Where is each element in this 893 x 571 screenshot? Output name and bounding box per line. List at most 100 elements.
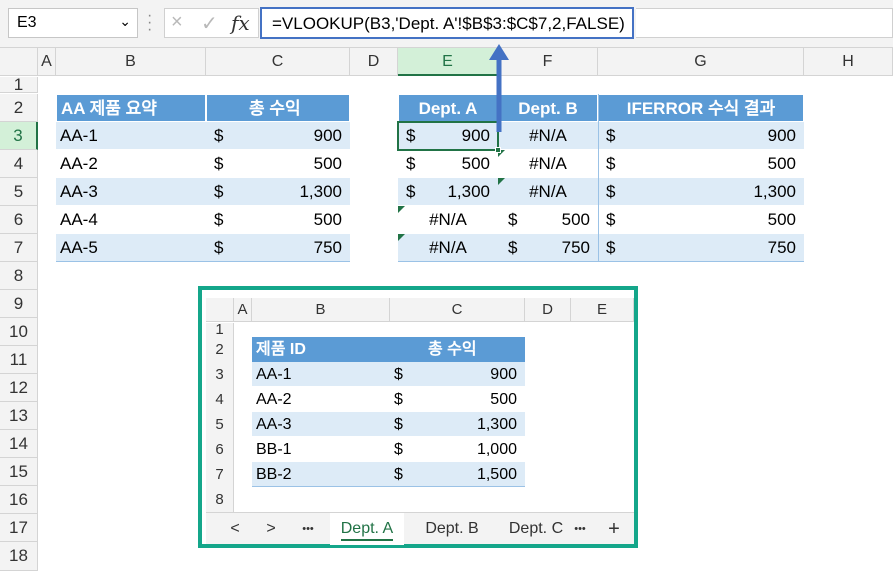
- chevron-down-icon[interactable]: ⌄: [119, 13, 131, 30]
- row-header-3[interactable]: 3: [0, 122, 38, 150]
- cancel-icon[interactable]: ×: [171, 11, 183, 34]
- result-value: 900: [767, 126, 796, 145]
- column-header-g[interactable]: G: [598, 48, 804, 76]
- result-value: 500: [767, 154, 796, 173]
- summary-cell-value: 750: [313, 238, 342, 257]
- row-header-4[interactable]: 4: [0, 150, 38, 178]
- embedded-cell-id: BB-2: [252, 462, 390, 487]
- tab-scroll-prev-icon[interactable]: <: [224, 513, 246, 545]
- row-header-12[interactable]: 12: [0, 374, 38, 402]
- embedded-column-header-b: B: [252, 298, 390, 322]
- column-header-b[interactable]: B: [56, 48, 206, 76]
- row-header-2[interactable]: 2: [0, 94, 38, 122]
- row-header-7[interactable]: 7: [0, 234, 38, 262]
- tab-more-icon[interactable]: •••: [296, 513, 320, 545]
- embedded-cell-value: 900: [490, 366, 517, 383]
- fx-icon[interactable]: fx: [231, 11, 250, 35]
- row-header-16[interactable]: 16: [0, 486, 38, 514]
- summary-cell-value: 900: [313, 126, 342, 145]
- column-header-d[interactable]: D: [350, 48, 398, 76]
- row-header-15[interactable]: 15: [0, 458, 38, 486]
- dept-b-value: 500: [561, 210, 590, 229]
- row-header-11[interactable]: 11: [0, 346, 38, 374]
- error-indicator-icon: [398, 234, 405, 241]
- summary-cell-id[interactable]: AA-1: [56, 122, 206, 150]
- row-header-17[interactable]: 17: [0, 514, 38, 542]
- row-header-18[interactable]: 18: [0, 542, 38, 571]
- embedded-table-bottom-border: [252, 486, 525, 487]
- enter-check-icon[interactable]: ✓: [201, 11, 218, 36]
- column-header-e[interactable]: E: [398, 48, 498, 76]
- select-all-corner[interactable]: [0, 48, 38, 76]
- embedded-row-header-7: 7: [206, 462, 234, 487]
- dept-b-value[interactable]: #N/A: [498, 150, 598, 178]
- embedded-cell-id: BB-1: [252, 437, 390, 462]
- embedded-row-header-1: 1: [206, 323, 234, 337]
- active-cell-selection[interactable]: [397, 121, 499, 151]
- embedded-header-id: 제품 ID: [252, 337, 390, 362]
- tab-scroll-next-icon[interactable]: >: [260, 513, 282, 545]
- embedded-header-revenue: 총 수익: [390, 337, 525, 362]
- lookup-column-divider: [598, 94, 599, 262]
- embedded-sheet-screenshot: A B C D E 1 2 3 4 5 6 7 8 제품 ID 총 수익 AA-…: [198, 286, 638, 548]
- row-header-8[interactable]: 8: [0, 262, 38, 290]
- embedded-cell-id: AA-2: [252, 387, 390, 412]
- vertical-dots-icon: · · ·: [147, 7, 153, 38]
- embedded-row-header-6: 6: [206, 437, 234, 462]
- dept-b-value[interactable]: #N/A: [498, 122, 598, 150]
- embedded-cell-value: 1,500: [476, 466, 517, 483]
- embedded-cell-value: 1,300: [476, 416, 517, 433]
- row-header-1[interactable]: 1: [0, 77, 38, 93]
- formula-buttons: × ✓ fx: [164, 8, 259, 38]
- embedded-cell-id: AA-3: [252, 412, 390, 437]
- up-arrow-icon: [489, 44, 509, 132]
- summary-cell-value: 1,300: [299, 182, 342, 201]
- dept-b-value[interactable]: #N/A: [498, 178, 598, 206]
- result-value: 500: [767, 210, 796, 229]
- dept-a-value: 1,300: [447, 182, 490, 201]
- tab-dept-c[interactable]: Dept. C: [498, 513, 574, 545]
- summary-cell-id[interactable]: AA-5: [56, 234, 206, 262]
- column-header-a[interactable]: A: [38, 48, 56, 76]
- embedded-row-header-2: 2: [206, 337, 234, 362]
- row-header-9[interactable]: 9: [0, 290, 38, 318]
- formula-input-extension[interactable]: [636, 8, 893, 38]
- summary-cell-id[interactable]: AA-4: [56, 206, 206, 234]
- add-sheet-icon[interactable]: +: [602, 513, 626, 545]
- summary-cell-value: 500: [313, 210, 342, 229]
- summary-cell-value: 500: [313, 154, 342, 173]
- tab-dept-a[interactable]: Dept. A: [330, 513, 404, 545]
- row-header-6[interactable]: 6: [0, 206, 38, 234]
- lookup-header-result: IFERROR 수식 결과: [598, 94, 804, 122]
- embedded-cell-value: 1,000: [476, 441, 517, 458]
- row-header-5[interactable]: 5: [0, 178, 38, 206]
- embedded-column-header-a: A: [234, 298, 252, 322]
- column-header-f[interactable]: F: [498, 48, 598, 76]
- lookup-header-dept-b: Dept. B: [498, 94, 598, 122]
- tab-dept-b[interactable]: Dept. B: [414, 513, 490, 545]
- row-header-10[interactable]: 10: [0, 318, 38, 346]
- summary-table-bottom-border: [56, 261, 350, 262]
- row-header-13[interactable]: 13: [0, 402, 38, 430]
- summary-cell-id[interactable]: AA-2: [56, 150, 206, 178]
- name-box[interactable]: E3 ⌄: [8, 8, 138, 38]
- tab-dept-a-label: Dept. A: [340, 520, 394, 541]
- formula-input[interactable]: =VLOOKUP(B3,'Dept. A'!$B$3:$C$7,2,FALSE): [260, 7, 634, 39]
- row-header-14[interactable]: 14: [0, 430, 38, 458]
- lookup-table-bottom-border: [398, 261, 804, 262]
- fill-handle[interactable]: [495, 147, 501, 153]
- summary-header-revenue: 총 수익: [206, 94, 350, 122]
- embedded-row-header-4: 4: [206, 387, 234, 412]
- embedded-row-header-3: 3: [206, 362, 234, 387]
- summary-cell-id[interactable]: AA-3: [56, 178, 206, 206]
- dept-a-value[interactable]: #N/A: [398, 234, 498, 262]
- result-value: 1,300: [753, 182, 796, 201]
- tab-more-right-icon[interactable]: •••: [568, 513, 592, 545]
- name-box-value: E3: [17, 14, 37, 31]
- error-indicator-icon: [498, 178, 505, 185]
- lookup-header-dept-a: Dept. A: [398, 94, 498, 122]
- column-header-c[interactable]: C: [206, 48, 350, 76]
- dept-a-value[interactable]: #N/A: [398, 206, 498, 234]
- dept-a-value: 500: [461, 154, 490, 173]
- column-header-h[interactable]: H: [804, 48, 893, 76]
